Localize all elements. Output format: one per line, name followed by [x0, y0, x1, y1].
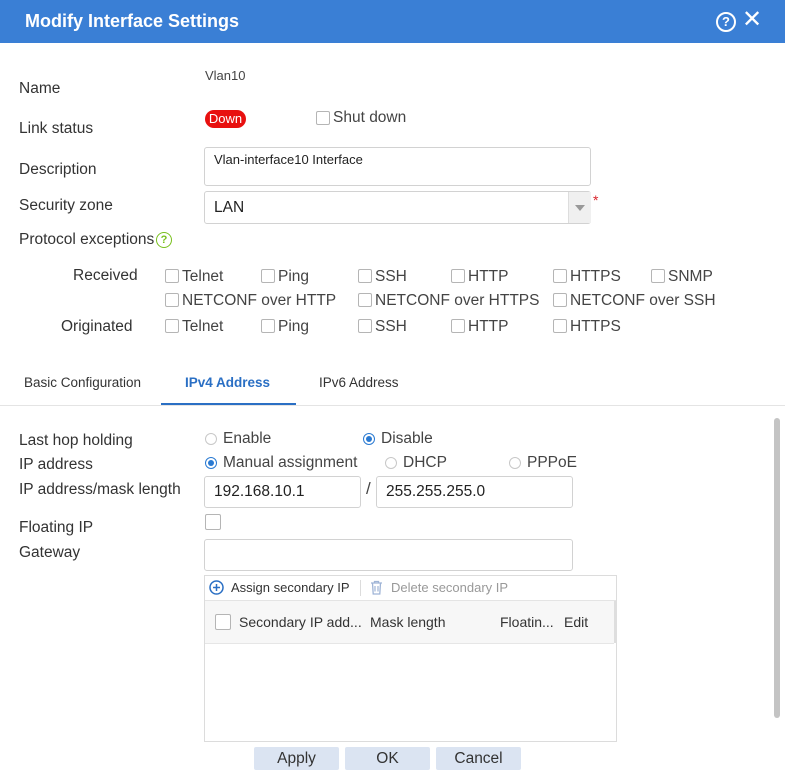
received-ping-label: Ping	[278, 268, 310, 285]
originated-ping-checkbox[interactable]	[261, 319, 275, 333]
security-zone-select[interactable]: LAN	[204, 191, 591, 224]
originated-telnet-label: Telnet	[182, 318, 224, 335]
description-label: Description	[19, 161, 97, 178]
received-https-label: HTTPS	[570, 268, 621, 285]
pppoe-radio[interactable]	[509, 457, 521, 469]
floating-ip-checkbox[interactable]	[205, 514, 221, 530]
column-header-floating[interactable]: Floatin...	[500, 614, 554, 630]
originated-http-label: HTTP	[468, 318, 509, 335]
select-all-checkbox[interactable]	[215, 614, 231, 630]
received-http-label: HTTP	[468, 268, 509, 285]
enable-radio[interactable]	[205, 433, 217, 445]
dialog-title: Modify Interface Settings	[25, 11, 240, 31]
received-telnet-label: Telnet	[182, 268, 224, 285]
received-netconf-ssh-label: NETCONF over SSH	[570, 292, 716, 309]
delete-secondary-ip-button[interactable]: Delete secondary IP	[391, 580, 508, 595]
toolbar-separator	[360, 580, 361, 596]
received-label: Received	[73, 267, 138, 284]
tab-basic-configuration[interactable]: Basic Configuration	[24, 375, 141, 390]
cancel-button[interactable]: Cancel	[436, 747, 521, 770]
column-header-edit[interactable]: Edit	[564, 614, 588, 630]
link-status-label: Link status	[19, 120, 94, 137]
received-ssh-label: SSH	[375, 268, 407, 285]
originated-http-checkbox[interactable]	[451, 319, 465, 333]
dhcp-label: DHCP	[403, 454, 447, 471]
trash-icon	[371, 580, 382, 595]
manual-assignment-label: Manual assignment	[223, 454, 358, 471]
received-netconf-http-checkbox[interactable]	[165, 293, 179, 307]
ip-address-input[interactable]: 192.168.10.1	[204, 476, 361, 508]
help-icon[interactable]: ?	[716, 12, 736, 32]
protocol-exceptions-label: Protocol exceptions	[19, 231, 155, 248]
last-hop-label: Last hop holding	[19, 432, 133, 449]
ok-button[interactable]: OK	[345, 747, 430, 770]
required-mark: *	[593, 192, 599, 208]
received-netconf-https-checkbox[interactable]	[358, 293, 372, 307]
received-netconf-http-label: NETCONF over HTTP	[182, 292, 337, 309]
originated-label: Originated	[61, 318, 133, 335]
scrollbar[interactable]	[774, 418, 780, 718]
ip-address-label: IP address	[19, 456, 93, 473]
chevron-down-icon	[575, 205, 585, 211]
tab-ipv6-address[interactable]: IPv6 Address	[319, 375, 399, 390]
gateway-input[interactable]	[204, 539, 573, 571]
originated-https-label: HTTPS	[570, 318, 621, 335]
shutdown-checkbox[interactable]	[316, 111, 330, 125]
column-header-mask-length[interactable]: Mask length	[370, 614, 445, 630]
pppoe-label: PPPoE	[527, 454, 577, 471]
ip-mask-separator: /	[366, 479, 371, 498]
mask-input[interactable]: 255.255.255.0	[376, 476, 573, 508]
close-icon[interactable]: ✕	[742, 8, 762, 32]
originated-https-checkbox[interactable]	[553, 319, 567, 333]
received-snmp-checkbox[interactable]	[651, 269, 665, 283]
column-header-secondary-ip[interactable]: Secondary IP add...	[239, 614, 362, 630]
floating-ip-label: Floating IP	[19, 519, 94, 536]
security-zone-label: Security zone	[19, 197, 113, 214]
received-ssh-checkbox[interactable]	[358, 269, 372, 283]
table-scrollbar[interactable]	[614, 601, 617, 643]
protocol-help-icon[interactable]: ?	[156, 232, 172, 248]
dropdown-button[interactable]	[568, 192, 591, 223]
received-netconf-ssh-checkbox[interactable]	[553, 293, 567, 307]
add-circle-icon	[209, 580, 224, 595]
originated-ssh-label: SSH	[375, 318, 407, 335]
originated-telnet-checkbox[interactable]	[165, 319, 179, 333]
originated-ping-label: Ping	[278, 318, 310, 335]
received-netconf-https-label: NETCONF over HTTPS	[375, 292, 540, 309]
name-value: Vlan10	[205, 68, 246, 83]
enable-label: Enable	[223, 430, 272, 447]
dhcp-radio[interactable]	[385, 457, 397, 469]
apply-button[interactable]: Apply	[254, 747, 339, 770]
name-label: Name	[19, 80, 61, 97]
assign-secondary-ip-button[interactable]: Assign secondary IP	[231, 580, 350, 595]
received-ping-checkbox[interactable]	[261, 269, 275, 283]
manual-assignment-radio[interactable]	[205, 457, 217, 469]
description-field[interactable]: Vlan-interface10 Interface	[204, 147, 591, 186]
received-telnet-checkbox[interactable]	[165, 269, 179, 283]
tab-ipv4-address[interactable]: IPv4 Address	[185, 375, 270, 390]
received-https-checkbox[interactable]	[553, 269, 567, 283]
disable-label: Disable	[381, 430, 433, 447]
disable-radio[interactable]	[363, 433, 375, 445]
shutdown-label: Shut down	[333, 109, 407, 126]
ip-mask-label: IP address/mask length	[19, 481, 181, 498]
tab-divider	[0, 405, 785, 406]
received-http-checkbox[interactable]	[451, 269, 465, 283]
received-snmp-label: SNMP	[668, 268, 713, 285]
originated-ssh-checkbox[interactable]	[358, 319, 372, 333]
security-zone-value: LAN	[214, 199, 245, 216]
status-badge: Down	[205, 110, 246, 128]
gateway-label: Gateway	[19, 544, 81, 561]
